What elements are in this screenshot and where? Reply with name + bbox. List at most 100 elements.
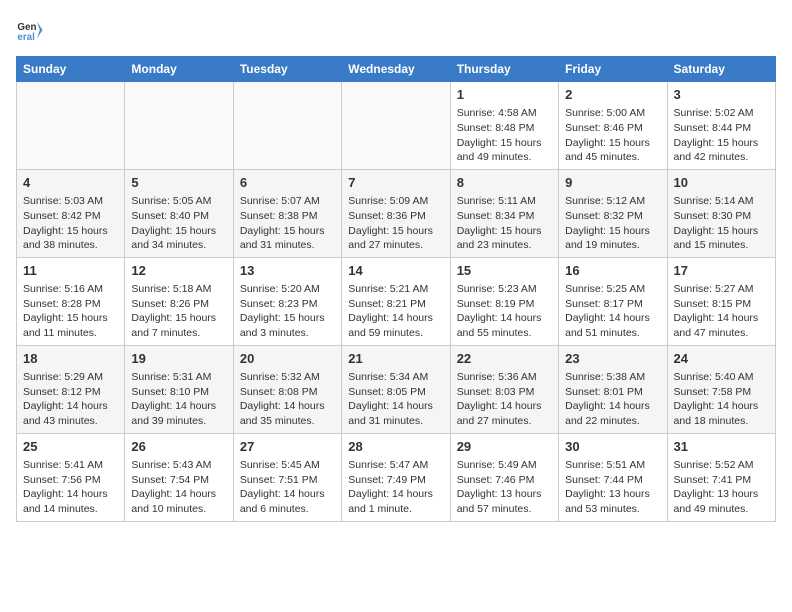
calendar-cell: 2Sunrise: 5:00 AMSunset: 8:46 PMDaylight…: [559, 82, 667, 170]
day-number: 17: [674, 262, 769, 280]
day-info: Daylight: 15 hours and 3 minutes.: [240, 311, 335, 340]
day-info: Daylight: 14 hours and 22 minutes.: [565, 399, 660, 428]
day-info: Sunrise: 5:36 AM: [457, 370, 552, 385]
day-info: Sunrise: 4:58 AM: [457, 106, 552, 121]
day-info: Daylight: 15 hours and 11 minutes.: [23, 311, 118, 340]
day-info: Sunset: 7:56 PM: [23, 473, 118, 488]
day-info: Sunrise: 5:31 AM: [131, 370, 226, 385]
day-info: Sunset: 8:46 PM: [565, 121, 660, 136]
calendar-cell: 3Sunrise: 5:02 AMSunset: 8:44 PMDaylight…: [667, 82, 775, 170]
day-info: Sunrise: 5:09 AM: [348, 194, 443, 209]
calendar-cell: 21Sunrise: 5:34 AMSunset: 8:05 PMDayligh…: [342, 345, 450, 433]
calendar-cell: 27Sunrise: 5:45 AMSunset: 7:51 PMDayligh…: [233, 433, 341, 521]
day-number: 23: [565, 350, 660, 368]
day-number: 24: [674, 350, 769, 368]
day-info: Daylight: 15 hours and 7 minutes.: [131, 311, 226, 340]
calendar-cell: 26Sunrise: 5:43 AMSunset: 7:54 PMDayligh…: [125, 433, 233, 521]
day-info: Daylight: 13 hours and 57 minutes.: [457, 487, 552, 516]
calendar-cell: 10Sunrise: 5:14 AMSunset: 8:30 PMDayligh…: [667, 169, 775, 257]
day-header-monday: Monday: [125, 57, 233, 82]
svg-text:eral: eral: [17, 32, 35, 43]
day-info: Sunset: 8:32 PM: [565, 209, 660, 224]
day-info: Sunrise: 5:38 AM: [565, 370, 660, 385]
day-info: Sunset: 8:01 PM: [565, 385, 660, 400]
day-number: 27: [240, 438, 335, 456]
day-info: Sunset: 8:30 PM: [674, 209, 769, 224]
day-info: Sunrise: 5:12 AM: [565, 194, 660, 209]
calendar-cell: 13Sunrise: 5:20 AMSunset: 8:23 PMDayligh…: [233, 257, 341, 345]
day-info: Daylight: 14 hours and 43 minutes.: [23, 399, 118, 428]
day-info: Daylight: 14 hours and 6 minutes.: [240, 487, 335, 516]
calendar-cell: 24Sunrise: 5:40 AMSunset: 7:58 PMDayligh…: [667, 345, 775, 433]
day-number: 30: [565, 438, 660, 456]
day-info: Sunrise: 5:52 AM: [674, 458, 769, 473]
calendar-cell: 16Sunrise: 5:25 AMSunset: 8:17 PMDayligh…: [559, 257, 667, 345]
day-info: Sunset: 8:15 PM: [674, 297, 769, 312]
day-info: Daylight: 14 hours and 18 minutes.: [674, 399, 769, 428]
day-header-sunday: Sunday: [17, 57, 125, 82]
day-info: Sunset: 8:44 PM: [674, 121, 769, 136]
day-info: Sunrise: 5:23 AM: [457, 282, 552, 297]
day-info: Daylight: 14 hours and 14 minutes.: [23, 487, 118, 516]
day-number: 8: [457, 174, 552, 192]
day-info: Sunset: 8:12 PM: [23, 385, 118, 400]
calendar-header: SundayMondayTuesdayWednesdayThursdayFrid…: [17, 57, 776, 82]
day-info: Daylight: 15 hours and 45 minutes.: [565, 136, 660, 165]
day-header-friday: Friday: [559, 57, 667, 82]
day-info: Sunset: 8:28 PM: [23, 297, 118, 312]
day-info: Sunrise: 5:02 AM: [674, 106, 769, 121]
calendar-cell: 30Sunrise: 5:51 AMSunset: 7:44 PMDayligh…: [559, 433, 667, 521]
day-info: Sunset: 7:49 PM: [348, 473, 443, 488]
day-info: Sunrise: 5:49 AM: [457, 458, 552, 473]
week-row-4: 18Sunrise: 5:29 AMSunset: 8:12 PMDayligh…: [17, 345, 776, 433]
day-info: Sunrise: 5:32 AM: [240, 370, 335, 385]
calendar-cell: 11Sunrise: 5:16 AMSunset: 8:28 PMDayligh…: [17, 257, 125, 345]
day-info: Sunrise: 5:18 AM: [131, 282, 226, 297]
day-info: Sunset: 8:38 PM: [240, 209, 335, 224]
calendar-cell: [342, 82, 450, 170]
day-header-tuesday: Tuesday: [233, 57, 341, 82]
calendar-cell: 15Sunrise: 5:23 AMSunset: 8:19 PMDayligh…: [450, 257, 558, 345]
day-number: 19: [131, 350, 226, 368]
day-info: Daylight: 15 hours and 27 minutes.: [348, 224, 443, 253]
day-info: Daylight: 15 hours and 38 minutes.: [23, 224, 118, 253]
day-info: Sunrise: 5:34 AM: [348, 370, 443, 385]
logo: Gen eral: [16, 16, 48, 44]
day-number: 14: [348, 262, 443, 280]
day-info: Sunset: 7:41 PM: [674, 473, 769, 488]
header-row: SundayMondayTuesdayWednesdayThursdayFrid…: [17, 57, 776, 82]
day-number: 26: [131, 438, 226, 456]
day-header-thursday: Thursday: [450, 57, 558, 82]
page-header: Gen eral: [16, 16, 776, 44]
day-info: Daylight: 14 hours and 10 minutes.: [131, 487, 226, 516]
day-info: Sunset: 8:42 PM: [23, 209, 118, 224]
calendar-cell: 18Sunrise: 5:29 AMSunset: 8:12 PMDayligh…: [17, 345, 125, 433]
calendar-cell: 9Sunrise: 5:12 AMSunset: 8:32 PMDaylight…: [559, 169, 667, 257]
calendar-cell: 4Sunrise: 5:03 AMSunset: 8:42 PMDaylight…: [17, 169, 125, 257]
day-info: Sunset: 8:36 PM: [348, 209, 443, 224]
day-info: Daylight: 15 hours and 15 minutes.: [674, 224, 769, 253]
day-info: Sunrise: 5:51 AM: [565, 458, 660, 473]
day-number: 1: [457, 86, 552, 104]
day-number: 4: [23, 174, 118, 192]
day-info: Sunset: 8:05 PM: [348, 385, 443, 400]
day-info: Sunset: 8:03 PM: [457, 385, 552, 400]
day-number: 18: [23, 350, 118, 368]
day-info: Sunset: 8:40 PM: [131, 209, 226, 224]
calendar-table: SundayMondayTuesdayWednesdayThursdayFrid…: [16, 56, 776, 522]
calendar-cell: 28Sunrise: 5:47 AMSunset: 7:49 PMDayligh…: [342, 433, 450, 521]
day-number: 12: [131, 262, 226, 280]
calendar-cell: [17, 82, 125, 170]
calendar-cell: 12Sunrise: 5:18 AMSunset: 8:26 PMDayligh…: [125, 257, 233, 345]
day-info: Sunset: 8:34 PM: [457, 209, 552, 224]
day-info: Sunrise: 5:07 AM: [240, 194, 335, 209]
day-number: 22: [457, 350, 552, 368]
day-number: 3: [674, 86, 769, 104]
calendar-cell: 29Sunrise: 5:49 AMSunset: 7:46 PMDayligh…: [450, 433, 558, 521]
day-info: Daylight: 15 hours and 34 minutes.: [131, 224, 226, 253]
day-number: 21: [348, 350, 443, 368]
day-info: Daylight: 15 hours and 31 minutes.: [240, 224, 335, 253]
day-info: Sunset: 8:23 PM: [240, 297, 335, 312]
day-info: Sunset: 8:19 PM: [457, 297, 552, 312]
day-info: Sunset: 7:44 PM: [565, 473, 660, 488]
